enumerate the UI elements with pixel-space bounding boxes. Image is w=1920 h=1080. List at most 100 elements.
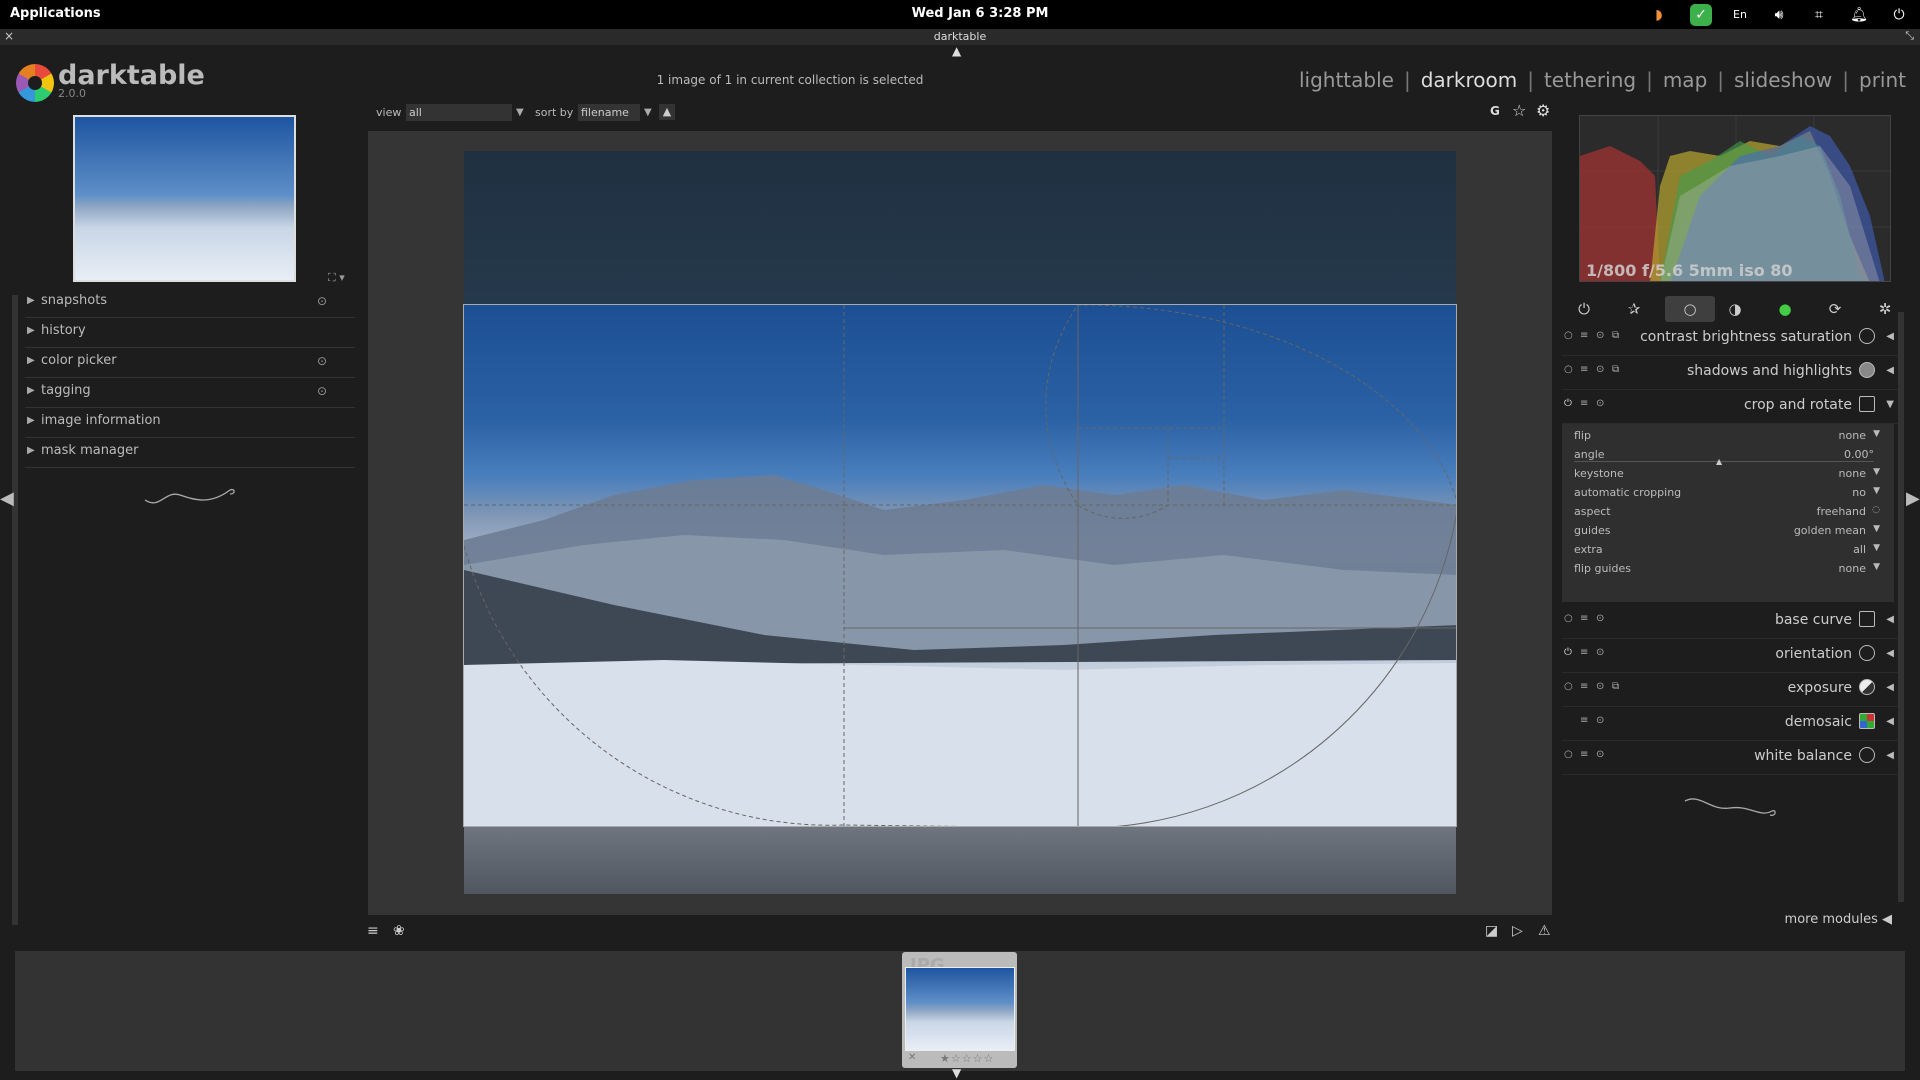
param-flip[interactable]: flip none ▼ (1574, 427, 1880, 445)
module-name: demosaic (1784, 714, 1852, 730)
view-lighttable[interactable]: lighttable (1299, 68, 1394, 92)
module-history[interactable]: ▶ history (25, 317, 355, 348)
sort-by-select[interactable]: filename (578, 104, 640, 121)
collapse-left-panel-icon[interactable]: ◀ (0, 488, 14, 509)
module-icon (1859, 362, 1875, 378)
navigation-thumbnail[interactable] (73, 115, 296, 282)
notifications-icon[interactable]: 🔔︎ (1848, 4, 1870, 26)
window-titlebar: × darktable ⤡ (0, 29, 1920, 45)
more-modules-button[interactable]: more modules ◀ (1785, 912, 1892, 927)
collapse-top-arrow-icon[interactable]: ▲ (952, 44, 961, 58)
night-light-icon[interactable]: ◗ (1648, 4, 1670, 26)
zoom-fit-icon[interactable]: ⛶ ▾ (328, 271, 345, 285)
module-color-picker[interactable]: ▶ color picker ⊙ (25, 347, 355, 378)
module-mask-manager[interactable]: ▶ mask manager (25, 437, 355, 468)
shield-check-icon[interactable]: ✓ (1690, 4, 1712, 26)
keyboard-layout-icon[interactable]: En (1729, 4, 1751, 26)
expand-arrow-icon[interactable]: ◀ (1886, 331, 1894, 342)
reset-icon[interactable]: ⊙ (317, 354, 327, 368)
view-switcher: lighttable | darkroom | tethering | map | slides… (1298, 68, 1906, 92)
reset-icon[interactable]: ⊙ (317, 384, 327, 398)
param-keystone[interactable]: keystone none ▼ (1574, 465, 1880, 483)
reject-icon[interactable]: ✕ (908, 1052, 916, 1063)
module-base-curve[interactable]: ○ ≡ ⊙ base curve ◀ (1562, 605, 1898, 639)
expand-arrow-icon[interactable]: ◀ (1886, 365, 1894, 376)
expand-arrow-icon: ▶ (27, 415, 35, 426)
expand-arrow-icon[interactable]: ◀ (1886, 682, 1894, 693)
module-icon (1859, 611, 1875, 627)
network-icon[interactable]: ⌗ (1808, 4, 1830, 26)
left-panel-scrollbar[interactable] (12, 295, 18, 925)
sort-order-button[interactable]: ▲ (659, 104, 675, 120)
softproof-icon[interactable]: ▷ (1512, 923, 1523, 939)
filmstrip-image[interactable] (905, 967, 1015, 1051)
star-icon[interactable]: ☆ (1512, 101, 1526, 120)
module-label: color picker (41, 353, 117, 368)
param-aspect[interactable]: aspect freehand ◌ (1574, 503, 1880, 521)
star-rating[interactable]: ★☆☆☆☆ (940, 1052, 994, 1065)
param-automatic-cropping[interactable]: automatic cropping no ▼ (1574, 484, 1880, 502)
sort-by-label: sort by (535, 106, 574, 119)
collapse-right-panel-icon[interactable]: ▶ (1906, 488, 1920, 509)
fullscreen-icon[interactable]: ⤡ (1905, 29, 1914, 43)
volume-icon[interactable]: 🔊︎ (1768, 4, 1790, 26)
module-name: base curve (1774, 612, 1852, 628)
view-print[interactable]: print (1859, 68, 1906, 92)
module-shadows-and-highlights[interactable]: ○ ≡ ⊙ ⧉ shadows and highlights ◀ (1562, 356, 1898, 390)
gamut-check-icon[interactable]: ⚠ (1538, 923, 1551, 939)
color-group-icon[interactable]: ● (1766, 296, 1804, 322)
overexposed-indicator-icon[interactable]: ◪ (1485, 923, 1498, 939)
view-darkroom[interactable]: darkroom (1421, 68, 1518, 92)
right-panel-scrollbar[interactable] (1898, 312, 1904, 902)
reset-icon[interactable]: ⊙ (317, 294, 327, 308)
module-label: snapshots (41, 293, 108, 308)
module-contrast-brightness-saturation[interactable]: ○ ≡ ⊙ ⧉ contrast brightness saturation ◀ (1562, 322, 1898, 356)
module-icon (1859, 747, 1875, 763)
applications-menu[interactable]: Applications (10, 6, 101, 21)
param-flip-guides[interactable]: flip guides none ▼ (1574, 560, 1880, 578)
angle-slider-track[interactable] (1574, 461, 1874, 462)
module-white-balance[interactable]: ○ ≡ ⊙ white balance ◀ (1562, 741, 1898, 775)
view-filter-select[interactable]: all (406, 104, 512, 121)
module-demosaic[interactable]: ≡ ⊙ demosaic ◀ (1562, 707, 1898, 741)
hamburger-menu-icon[interactable]: ≡ (367, 923, 379, 939)
dropdown-arrow-icon[interactable]: ▼ (644, 107, 652, 118)
view-slideshow[interactable]: slideshow (1734, 68, 1832, 92)
expand-arrow-icon: ▶ (27, 355, 35, 366)
collapse-arrow-icon[interactable]: ▼ (1886, 399, 1894, 410)
power-icon[interactable]: ⏻ (1888, 4, 1910, 26)
module-icon (1859, 713, 1875, 729)
grouping-button[interactable]: G (1490, 104, 1500, 118)
gear-icon[interactable]: ⚙ (1536, 101, 1550, 120)
module-image-information[interactable]: ▶ image information (25, 407, 355, 438)
expand-arrow-icon[interactable]: ◀ (1886, 648, 1894, 659)
favorites-icon[interactable]: ✰ (1615, 296, 1653, 322)
basic-group-icon[interactable]: ○ (1665, 296, 1715, 322)
expand-arrow-icon[interactable]: ◀ (1886, 750, 1894, 761)
expand-arrow-icon[interactable]: ◀ (1886, 716, 1894, 727)
expand-arrow-icon: ▶ (27, 295, 35, 306)
module-orientation[interactable]: ⏻ ≡ ⊙ orientation ◀ (1562, 639, 1898, 673)
power-icon[interactable]: ⏻ (1565, 296, 1603, 322)
view-map[interactable]: map (1663, 68, 1707, 92)
histogram[interactable] (1579, 115, 1891, 282)
correct-group-icon[interactable]: ⟳ (1816, 296, 1854, 322)
panel-end-flourish (1684, 798, 1776, 816)
module-label: tagging (41, 383, 91, 398)
module-tagging[interactable]: ▶ tagging ⊙ (25, 377, 355, 408)
system-clock[interactable]: Wed Jan 6 3:28 PM (900, 6, 1060, 21)
tone-group-icon[interactable]: ◑ (1716, 296, 1754, 322)
expand-arrow-icon[interactable]: ◀ (1886, 614, 1894, 625)
module-label: image information (41, 413, 161, 428)
param-guides[interactable]: guides golden mean ▼ (1574, 522, 1880, 540)
styles-icon[interactable]: ❀ (393, 923, 405, 939)
module-exposure[interactable]: ○ ≡ ⊙ ⧉ exposure ◀ (1562, 673, 1898, 707)
module-crop-and-rotate[interactable]: ⏻ ≡ ⊙ crop and rotate ▼ (1562, 390, 1898, 424)
param-extra[interactable]: extra all ▼ (1574, 541, 1880, 559)
view-tethering[interactable]: tethering (1544, 68, 1636, 92)
dropdown-arrow-icon[interactable]: ▼ (516, 107, 524, 118)
system-top-bar: Applications Wed Jan 6 3:28 PM ◗ ✓ En 🔊︎… (0, 0, 1920, 29)
crop-area-image[interactable] (463, 304, 1457, 827)
collapse-bottom-arrow-icon[interactable]: ▼ (952, 1066, 961, 1080)
module-snapshots[interactable]: ▶ snapshots ⊙ (25, 287, 355, 318)
